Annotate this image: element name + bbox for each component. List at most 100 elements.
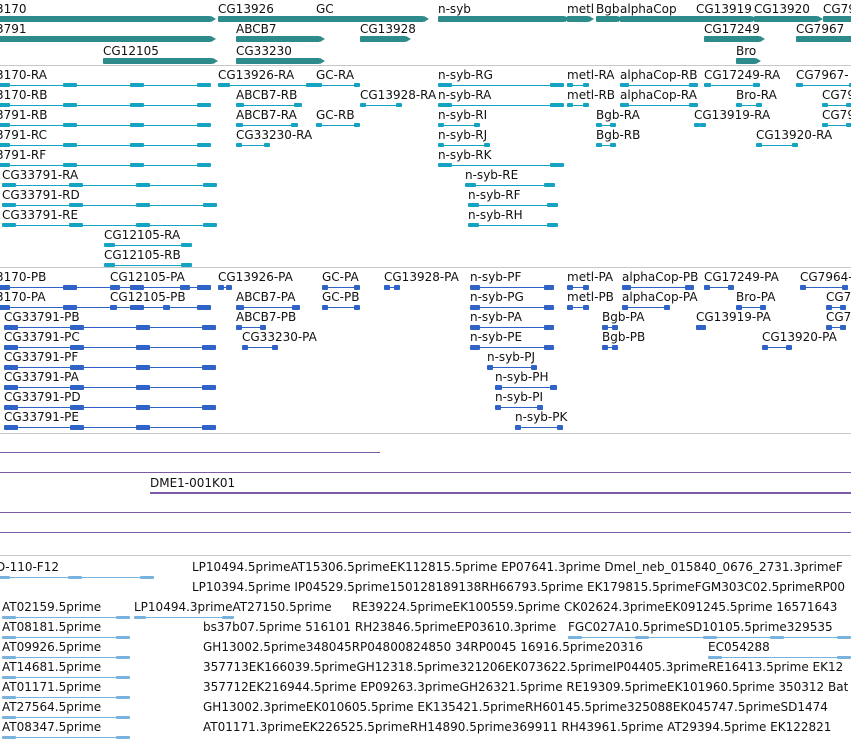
feature-label: GC-PB <box>322 290 360 304</box>
feature-glyph-gc-rb[interactable] <box>316 122 360 128</box>
feature-glyph-cg33791-pe[interactable] <box>4 424 216 430</box>
feature-exon <box>116 735 130 739</box>
feature-glyph-abcb7[interactable] <box>236 36 325 42</box>
clone-read-line[interactable] <box>0 472 851 473</box>
feature-label: CG17249-RA <box>704 68 781 82</box>
feature-exon <box>685 284 694 290</box>
feature-label: n-syb-RA <box>438 88 492 102</box>
feature-glyph-cg12105[interactable] <box>103 58 218 64</box>
feature-label: GC <box>316 2 334 16</box>
feature-glyph-at08347-5prime[interactable] <box>2 734 130 740</box>
feature-glyph-bro[interactable] <box>736 58 761 64</box>
feature-glyph-dme1-001k01[interactable] <box>150 490 851 496</box>
feature-exon <box>543 344 554 350</box>
feature-glyph-bgb-rb[interactable] <box>596 142 616 148</box>
feature-intron-line <box>4 347 216 348</box>
feature-glyph-cg33230-ra[interactable] <box>236 142 270 148</box>
feature-glyph-n-syb-pk[interactable] <box>515 424 563 430</box>
feature-exon <box>136 344 150 350</box>
feature-glyph-cg17249-pa[interactable] <box>704 284 734 290</box>
feature-glyph-n-syb[interactable] <box>438 16 570 22</box>
feature-glyph-cg12105-pb[interactable] <box>110 304 170 310</box>
clone-read-line[interactable] <box>0 512 851 513</box>
feature-exon <box>547 203 558 207</box>
strand-arrow-icon <box>756 58 761 64</box>
feature-intron-line <box>468 205 558 206</box>
feature-glyph-cg33230-pa[interactable] <box>242 344 278 350</box>
feature-exon <box>316 83 322 87</box>
feature-label: CG33791-PD <box>4 390 81 404</box>
feature-exon <box>0 103 10 107</box>
feature-exon <box>63 284 77 290</box>
feature-exon <box>728 284 734 290</box>
feature-exon <box>822 103 828 107</box>
clone-read-line[interactable] <box>0 452 380 453</box>
feature-exon <box>612 324 618 330</box>
genome-browser-view[interactable]: 3170 3791 CG12105 CG13926 ABCB7 CG33230 GC CG13… <box>0 0 851 742</box>
feature-exon <box>116 675 130 679</box>
feature-glyph-cg7967[interactable] <box>796 36 851 42</box>
feature-intron-line <box>515 427 563 428</box>
feature-glyph-cg13920-pa[interactable] <box>762 344 792 350</box>
feature-exon <box>63 83 77 87</box>
feature-label: EC054288 <box>708 640 770 654</box>
feature-block <box>236 36 320 42</box>
feature-exon <box>360 103 366 107</box>
feature-glyph-metl-pb[interactable] <box>567 304 589 310</box>
feature-glyph-cg13928-ra[interactable] <box>360 102 402 108</box>
strand-arrow-icon <box>320 36 325 42</box>
feature-glyph-cg33230[interactable] <box>236 58 325 64</box>
feature-label: AT08181.5prime <box>2 620 102 634</box>
feature-glyph-cg13928-pa[interactable] <box>384 284 400 290</box>
feature-intron-line <box>495 407 543 408</box>
feature-label: n-syb-PA <box>470 310 522 324</box>
feature-glyph-cg13919-pa[interactable] <box>696 324 706 330</box>
feature-exon <box>197 83 211 87</box>
feature-intron-line <box>470 287 554 288</box>
feature-exon <box>756 143 762 147</box>
est-track: D-110-F12 LP10494.5primeAT15306.5primeEK1… <box>0 556 851 742</box>
feature-exon <box>438 163 452 167</box>
feature-glyph-gc-ra[interactable] <box>316 82 360 88</box>
feature-glyph-bgb-pb[interactable] <box>602 344 618 350</box>
feature-glyph-metl-rb[interactable] <box>567 102 589 108</box>
feature-glyph-cg79[interactable] <box>822 122 851 128</box>
feature-glyph-cg13920-ra[interactable] <box>756 142 798 148</box>
feature-glyph-cg13926-pa[interactable] <box>218 284 232 290</box>
feature-intron-line <box>487 367 537 368</box>
feature-glyph-cg17249[interactable] <box>704 36 765 42</box>
feature-glyph-d-110-f12[interactable] <box>0 574 154 580</box>
feature-glyph-cg7[interactable] <box>826 324 846 330</box>
feature-exon <box>130 123 144 127</box>
feature-exon <box>2 203 16 207</box>
feature-exon <box>322 304 328 310</box>
feature-exon <box>290 123 298 127</box>
feature-label: n-syb-RI <box>438 108 488 122</box>
feature-glyph-3170[interactable] <box>0 16 216 22</box>
feature-block <box>796 36 851 42</box>
feature-glyph-n-syb-rh[interactable] <box>468 222 558 228</box>
feature-block <box>236 58 320 64</box>
clone-read-line[interactable] <box>150 492 851 493</box>
feature-exon <box>635 635 650 639</box>
feature-label: CG13926-PA <box>218 270 293 284</box>
feature-glyph-bgb[interactable] <box>596 16 623 22</box>
feature-exon <box>63 163 77 167</box>
feature-exon <box>130 143 144 147</box>
feature-glyph-metl[interactable] <box>567 16 594 22</box>
feature-exon <box>2 615 16 619</box>
feature-glyph-alphacop[interactable] <box>620 16 705 22</box>
feature-label: GH13002.3primeEK010605.5prime EK135421.5… <box>203 700 828 714</box>
clone-read-line[interactable] <box>0 532 851 533</box>
feature-glyph-gc-pb[interactable] <box>322 304 360 310</box>
feature-exon <box>197 143 211 147</box>
feature-glyph-3791[interactable] <box>0 36 216 42</box>
feature-glyph-cg13919-ra[interactable] <box>694 122 706 128</box>
feature-exon <box>69 203 83 207</box>
feature-exon <box>800 284 806 290</box>
feature-label: Bgb-RB <box>596 128 641 142</box>
feature-glyph-cg13928[interactable] <box>360 36 411 42</box>
feature-exon <box>110 304 118 310</box>
feature-intron-line <box>495 387 557 388</box>
feature-label: CG17249-PA <box>704 270 779 284</box>
